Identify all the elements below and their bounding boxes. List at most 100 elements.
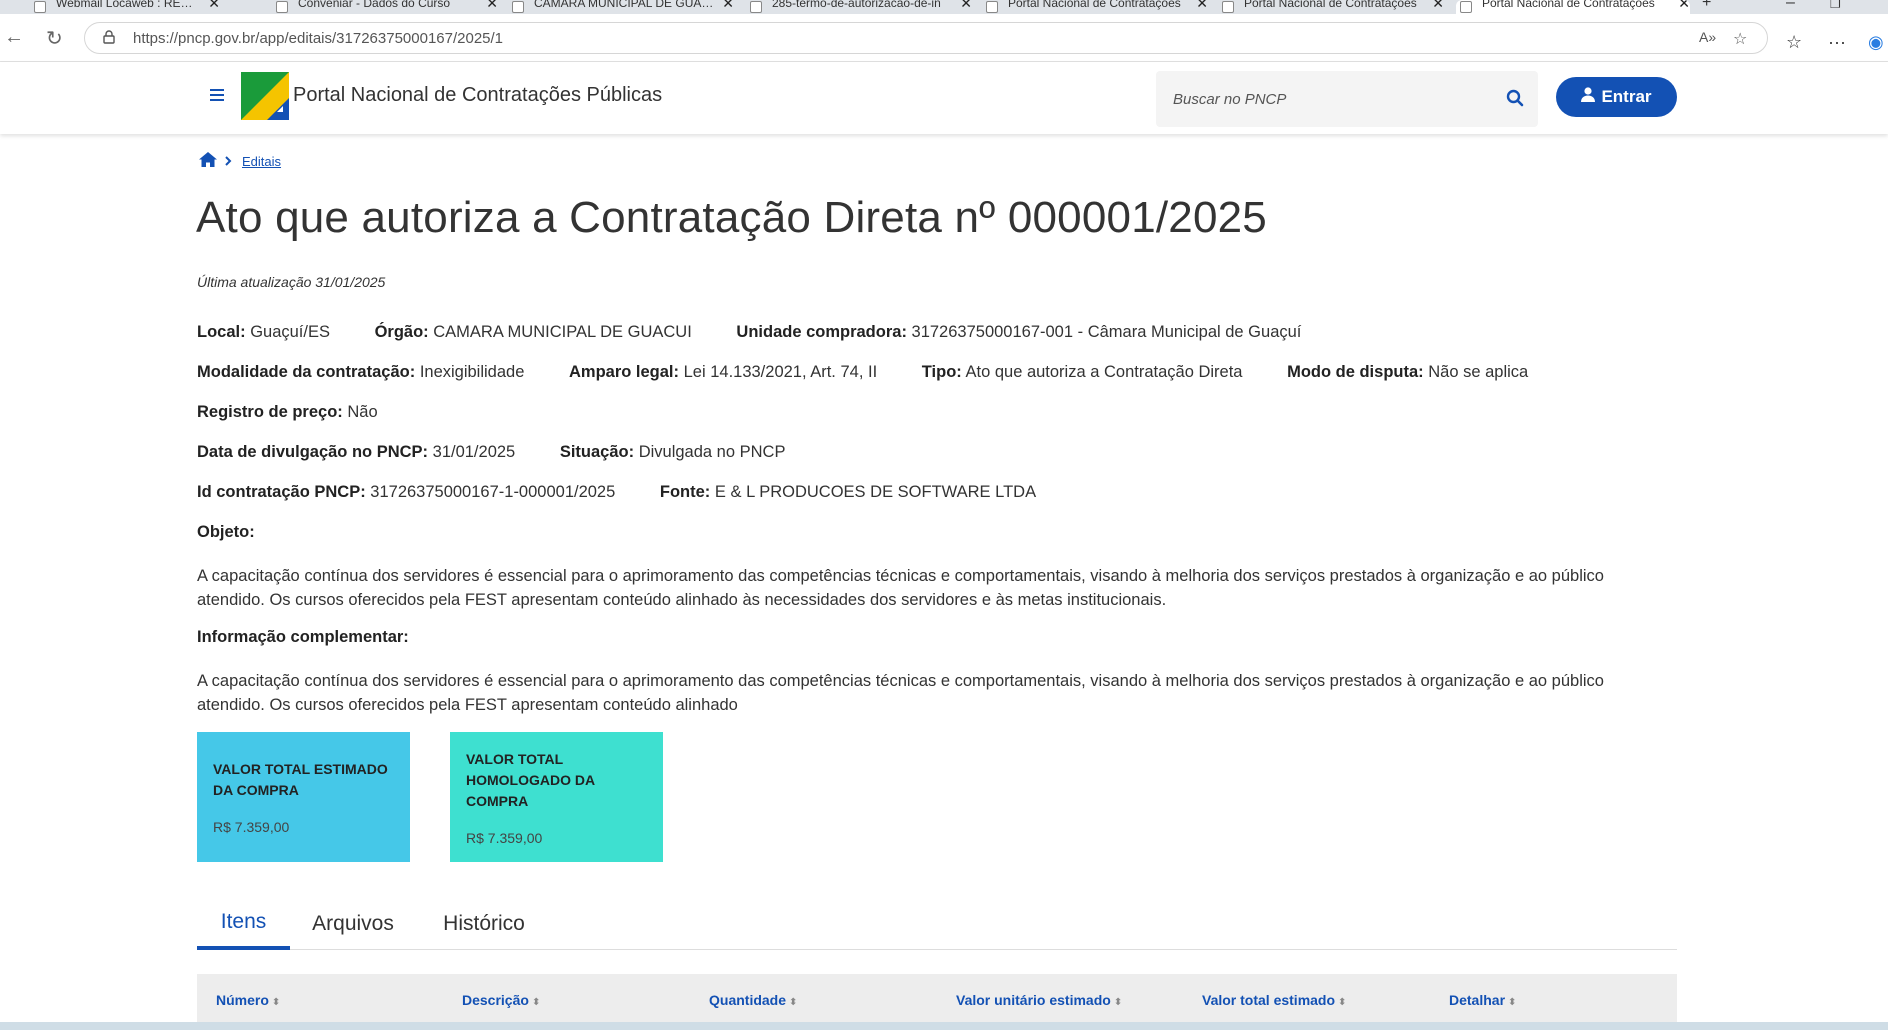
field-value: 31726375000167-1-000001/2025 xyxy=(370,483,616,501)
url-text: https://pncp.gov.br/app/editais/31726375… xyxy=(133,29,504,47)
field-registro: Registro de preço: Não xyxy=(197,403,378,422)
search-icon[interactable] xyxy=(1506,89,1524,112)
field-label: Tipo: xyxy=(921,363,962,381)
copilot-icon[interactable]: ◉ xyxy=(1868,32,1884,53)
column-header-valor-unitario[interactable]: Valor unitário estimado ⬍ xyxy=(956,992,1122,1008)
refresh-icon[interactable]: ↻ xyxy=(46,26,63,51)
field-id: Id contratação PNCP: 31726375000167-1-00… xyxy=(197,483,615,502)
field-modo: Modo de disputa: Não se aplica xyxy=(1287,363,1528,382)
site-title[interactable]: Portal Nacional de Contratações Públicas xyxy=(293,84,662,107)
column-header-numero[interactable]: Número ⬍ xyxy=(216,992,280,1008)
field-value: Inexigibilidade xyxy=(419,363,525,381)
field-label: Unidade compradora: xyxy=(736,323,907,341)
card-valor-estimado: VALOR TOTAL ESTIMADO DA COMPRA R$ 7.359,… xyxy=(197,732,410,862)
close-icon[interactable]: ✕ xyxy=(208,0,220,12)
page-icon xyxy=(276,1,288,13)
field-value: E & L PRODUCOES DE SOFTWARE LTDA xyxy=(714,483,1037,501)
column-header-label: Detalhar xyxy=(1449,992,1506,1008)
close-icon[interactable]: ✕ xyxy=(1196,0,1208,12)
close-icon[interactable]: ✕ xyxy=(486,0,498,12)
column-header-label: Número xyxy=(216,992,269,1008)
url-field[interactable]: https://pncp.gov.br/app/editais/31726375… xyxy=(84,22,1768,54)
lock-icon xyxy=(103,29,117,47)
column-header-descricao[interactable]: Descrição ⬍ xyxy=(462,992,540,1008)
field-label: Fonte: xyxy=(659,483,711,501)
favorite-star-icon[interactable]: ☆ xyxy=(1733,29,1747,49)
close-icon[interactable]: ✕ xyxy=(960,0,972,12)
card-value: R$ 7.359,00 xyxy=(466,829,543,846)
column-header-detalhar[interactable]: Detalhar ⬍ xyxy=(1449,992,1516,1008)
card-valor-homologado: VALOR TOTAL HOMOLOGADO DA COMPRA R$ 7.35… xyxy=(450,732,663,862)
more-options-icon[interactable]: ··· xyxy=(1828,32,1846,53)
fields-row: Informação complementar: xyxy=(197,628,449,647)
column-header-quantidade[interactable]: Quantidade ⬍ xyxy=(709,992,797,1008)
tab-itens[interactable]: Itens xyxy=(197,898,290,950)
field-value: Lei 14.133/2021, Art. 74, II xyxy=(683,363,878,381)
close-icon[interactable]: ✕ xyxy=(1432,0,1444,12)
sort-icon: ⬍ xyxy=(1508,997,1517,1008)
document-icon xyxy=(1222,1,1234,13)
home-icon[interactable] xyxy=(199,152,217,170)
field-value: Divulgada no PNCP xyxy=(638,443,786,461)
breadcrumb: Editais xyxy=(199,152,281,170)
column-header-label: Descrição xyxy=(462,992,529,1008)
browser-tab[interactable]: Portal Nacional de Contratações ✕ xyxy=(986,0,1208,14)
restore-icon[interactable]: ❐ xyxy=(1830,0,1841,11)
browser-tab[interactable]: 285-termo-de-autorizacao-de-in ✕ xyxy=(750,0,972,14)
column-header-label: Quantidade xyxy=(709,992,787,1008)
browser-tab-active[interactable]: Portal Nacional de Contratações ✕ xyxy=(1456,0,1690,14)
complementar-text: A capacitação contínua dos servidores é … xyxy=(197,672,1604,714)
browser-tab-title: Portal Nacional de Contratações xyxy=(1482,0,1655,10)
chevron-right-icon xyxy=(225,154,232,169)
document-icon xyxy=(986,1,998,13)
tab-historico[interactable]: Histórico xyxy=(428,898,540,950)
sort-icon: ⬍ xyxy=(271,997,281,1008)
back-icon[interactable]: ← xyxy=(4,26,24,49)
field-local: Local: Guaçuí/ES xyxy=(197,323,330,342)
field-value: 31/01/2025 xyxy=(432,443,516,461)
field-unidade: Unidade compradora: 31726375000167-001 -… xyxy=(736,323,1301,342)
site-header: Portal Nacional de Contratações Públicas… xyxy=(0,62,1888,134)
browser-tab[interactable]: CAMARA MUNICIPAL DE GUAÇUÍ ✕ xyxy=(512,0,734,14)
field-label: Modo de disputa: xyxy=(1287,363,1424,381)
browser-tab-title: 285-termo-de-autorizacao-de-in xyxy=(772,0,941,10)
login-button[interactable]: Entrar xyxy=(1556,77,1677,117)
browser-tab[interactable]: Portal Nacional de Contratações ✕ xyxy=(1222,0,1444,14)
browser-tab[interactable]: Conveniar - Dados do Curso ✕ xyxy=(276,0,498,14)
address-bar: ← ↻ https://pncp.gov.br/app/editais/3172… xyxy=(0,14,1888,62)
fields-row: Registro de preço: Não xyxy=(197,403,418,422)
objeto-text: A capacitação contínua dos servidores é … xyxy=(197,567,1604,609)
pncp-logo xyxy=(241,72,289,120)
field-modalidade: Modalidade da contratação: Inexigibilida… xyxy=(197,363,524,382)
field-label: Modalidade da contratação: xyxy=(197,363,416,381)
column-header-valor-total[interactable]: Valor total estimado ⬍ xyxy=(1202,992,1346,1008)
favorites-icon[interactable]: ☆ xyxy=(1786,32,1802,53)
field-label: Informação complementar: xyxy=(197,628,409,646)
minimize-icon[interactable]: – xyxy=(1786,0,1795,12)
fields-row: Id contratação PNCP: 31726375000167-1-00… xyxy=(197,483,1076,502)
close-icon[interactable]: ✕ xyxy=(1678,0,1690,12)
sort-icon: ⬍ xyxy=(789,997,798,1008)
tab-arquivos[interactable]: Arquivos xyxy=(305,898,401,950)
document-icon xyxy=(1460,1,1472,13)
last-updated: Última atualização 31/01/2025 xyxy=(197,274,386,290)
sort-icon: ⬍ xyxy=(531,997,541,1008)
browser-tab[interactable]: Webmail Locaweb : RES: RES: A/C ✕ xyxy=(34,0,220,14)
field-label: Amparo legal: xyxy=(568,363,680,381)
card-title: VALOR TOTAL HOMOLOGADO DA COMPRA xyxy=(466,750,595,809)
field-value: Não se aplica xyxy=(1428,363,1529,381)
menu-icon[interactable] xyxy=(210,89,224,101)
new-tab-icon[interactable]: + xyxy=(1702,0,1711,12)
field-label: Situação: xyxy=(559,443,635,461)
field-fonte: Fonte: E & L PRODUCOES DE SOFTWARE LTDA xyxy=(660,483,1036,502)
field-label: Local: xyxy=(197,323,246,341)
read-aloud-icon[interactable]: A» xyxy=(1699,29,1716,45)
browser-tab-title: Conveniar - Dados do Curso xyxy=(298,0,451,10)
close-icon[interactable]: ✕ xyxy=(722,0,734,12)
fields-row: Modalidade da contratação: Inexigibilida… xyxy=(197,363,1568,382)
breadcrumb-editais-link[interactable]: Editais xyxy=(242,154,281,169)
field-tipo: Tipo: Ato que autoriza a Contratação Dir… xyxy=(922,363,1243,382)
field-value: Guaçuí/ES xyxy=(250,323,330,341)
card-value: R$ 7.359,00 xyxy=(213,819,290,835)
search-input[interactable] xyxy=(1156,71,1486,127)
